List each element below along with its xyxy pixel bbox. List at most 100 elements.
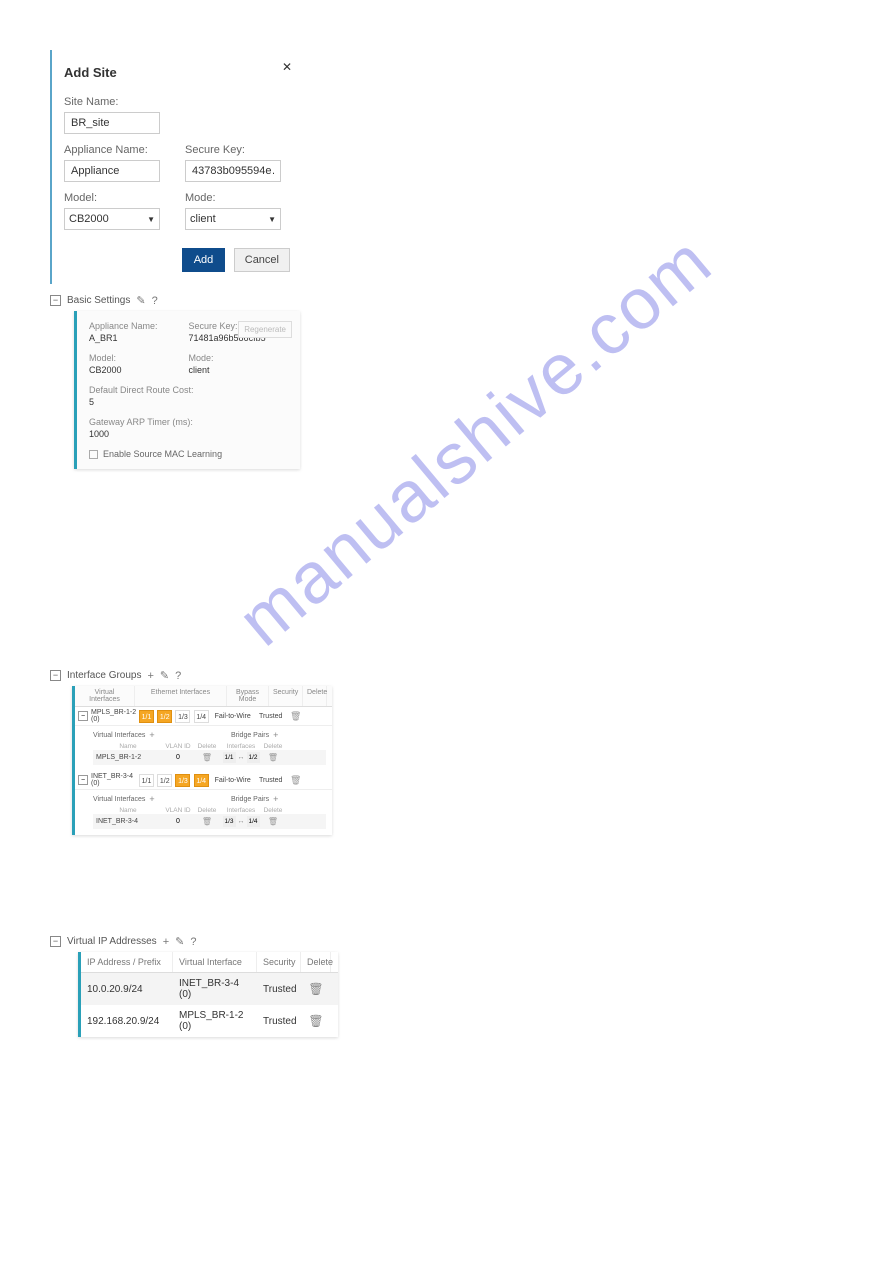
bridge-arrow-icon: ↔	[238, 818, 245, 825]
dialog-title: Add Site	[64, 65, 290, 80]
port-tag[interactable]: 1/3	[175, 710, 190, 723]
model-label: Model:	[89, 353, 189, 363]
add-site-dialog: ✕ Add Site Site Name: Appliance Name: Se…	[50, 50, 302, 284]
help-icon[interactable]: ?	[175, 670, 181, 682]
edit-icon[interactable]: ✎	[136, 294, 145, 307]
col-security: Security	[269, 686, 303, 706]
collapse-icon[interactable]: −	[78, 711, 88, 721]
regenerate-button[interactable]: Regenerate	[238, 321, 292, 338]
close-icon[interactable]: ✕	[282, 60, 292, 74]
trash-icon[interactable]: 🗑	[301, 977, 331, 1001]
subcol-interfaces: Interfaces	[221, 807, 261, 814]
vi-name: INET_BR-3-4	[93, 818, 163, 825]
collapse-icon[interactable]: −	[50, 936, 61, 947]
mode-value: client	[190, 213, 216, 225]
port-tag[interactable]: 1/4	[194, 710, 209, 723]
model-value: CB2000	[69, 213, 109, 225]
appliance-name-input[interactable]	[64, 160, 160, 182]
collapse-icon[interactable]: −	[50, 670, 61, 681]
vi-vlan: 0	[163, 754, 193, 761]
vip-ip: 10.0.20.9/24	[81, 979, 173, 1000]
vi-vlan: 0	[163, 818, 193, 825]
basic-settings-header: − Basic Settings ✎ ?	[50, 294, 843, 307]
appliance-name-value: A_BR1	[89, 333, 189, 343]
model-label: Model:	[64, 192, 169, 204]
site-name-label: Site Name:	[64, 96, 290, 108]
subcol-delete: Delete	[193, 743, 221, 750]
bp-subtitle: Bridge Pairs	[231, 796, 269, 803]
group-name: MPLS_BR-1-2 (0)	[91, 709, 139, 723]
add-icon[interactable]: +	[149, 730, 154, 740]
port-tag[interactable]: 1/2	[157, 710, 172, 723]
vip-interface: MPLS_BR-1-2 (0)	[173, 1005, 257, 1037]
interface-group-row: − INET_BR-3-4 (0) 1/1 1/2 1/3 1/4 Fail-t…	[75, 771, 332, 790]
bridge-port-b: 1/2	[247, 752, 260, 763]
mac-learning-label: Enable Source MAC Learning	[103, 449, 222, 459]
col-security: Security	[257, 952, 301, 972]
col-delete: Delete	[301, 952, 331, 972]
virtual-ip-panel: IP Address / Prefix Virtual Interface Se…	[78, 952, 338, 1037]
interface-group-row: − MPLS_BR-1-2 (0) 1/1 1/2 1/3 1/4 Fail-t…	[75, 707, 332, 726]
help-icon[interactable]: ?	[152, 295, 158, 307]
add-icon[interactable]: +	[163, 936, 169, 948]
model-select[interactable]: CB2000 ▼	[64, 208, 160, 230]
col-ethernet-interfaces: Ethernet Interfaces	[135, 686, 227, 706]
add-icon[interactable]: +	[273, 730, 278, 740]
secure-key-input[interactable]	[185, 160, 281, 182]
interface-group-detail: Virtual Interfaces + Bridge Pairs + Name…	[75, 726, 332, 771]
edit-icon[interactable]: ✎	[175, 935, 184, 948]
trash-icon[interactable]: 🗑	[261, 753, 285, 762]
security-value: Trusted	[256, 713, 286, 720]
mode-value: client	[189, 365, 289, 375]
subcol-name: Name	[93, 743, 163, 750]
subcol-vlan: VLAN ID	[163, 743, 193, 750]
arp-timer-value: 1000	[89, 429, 288, 439]
vi-row: MPLS_BR-1-2 0 🗑 1/1 ↔ 1/2 🗑	[93, 750, 326, 765]
vi-name: MPLS_BR-1-2	[93, 754, 163, 761]
bridge-port-b: 1/4	[247, 816, 260, 827]
col-delete: Delete	[303, 686, 327, 706]
add-icon[interactable]: +	[273, 794, 278, 804]
col-virtual-interface: Virtual Interface	[173, 952, 257, 972]
mode-label: Mode:	[185, 192, 290, 204]
basic-settings-panel: Regenerate Appliance Name: A_BR1 Secure …	[74, 311, 300, 469]
trash-icon[interactable]: 🗑	[261, 817, 285, 826]
mac-learning-checkbox[interactable]	[89, 450, 98, 459]
security-value: Trusted	[256, 777, 286, 784]
vi-row: INET_BR-3-4 0 🗑 1/3 ↔ 1/4 🗑	[93, 814, 326, 829]
vip-ip: 192.168.20.9/24	[81, 1011, 173, 1032]
chevron-down-icon: ▼	[268, 215, 276, 224]
interface-groups-header: − Interface Groups + ✎ ?	[50, 669, 843, 682]
vip-row: 192.168.20.9/24 MPLS_BR-1-2 (0) Trusted …	[81, 1005, 338, 1037]
add-icon[interactable]: +	[149, 794, 154, 804]
port-tag[interactable]: 1/1	[139, 774, 154, 787]
secure-key-label: Secure Key:	[185, 144, 290, 156]
trash-icon[interactable]: 🗑	[286, 775, 306, 786]
trash-icon[interactable]: 🗑	[193, 753, 221, 762]
section-title: Interface Groups	[67, 670, 141, 681]
vip-row: 10.0.20.9/24 INET_BR-3-4 (0) Trusted 🗑	[81, 973, 338, 1005]
edit-icon[interactable]: ✎	[160, 669, 169, 682]
cancel-button[interactable]: Cancel	[234, 248, 290, 272]
trash-icon[interactable]: 🗑	[301, 1009, 331, 1033]
port-tag[interactable]: 1/4	[194, 774, 209, 787]
collapse-icon[interactable]: −	[50, 295, 61, 306]
add-button[interactable]: Add	[182, 248, 226, 272]
subcol-interfaces: Interfaces	[221, 743, 261, 750]
help-icon[interactable]: ?	[190, 936, 196, 948]
add-icon[interactable]: +	[147, 670, 153, 682]
bypass-mode-value: Fail-to-Wire	[210, 713, 256, 720]
port-tag[interactable]: 1/3	[175, 774, 190, 787]
trash-icon[interactable]: 🗑	[193, 817, 221, 826]
section-title: Basic Settings	[67, 295, 130, 306]
mode-select[interactable]: client ▼	[185, 208, 281, 230]
bridge-port-a: 1/1	[223, 752, 236, 763]
collapse-icon[interactable]: −	[78, 775, 88, 785]
site-name-input[interactable]	[64, 112, 160, 134]
section-title: Virtual IP Addresses	[67, 936, 157, 947]
port-tag[interactable]: 1/2	[157, 774, 172, 787]
port-tag[interactable]: 1/1	[139, 710, 154, 723]
col-virtual-interfaces: Virtual Interfaces	[75, 686, 135, 706]
bp-subtitle: Bridge Pairs	[231, 732, 269, 739]
trash-icon[interactable]: 🗑	[286, 711, 306, 722]
